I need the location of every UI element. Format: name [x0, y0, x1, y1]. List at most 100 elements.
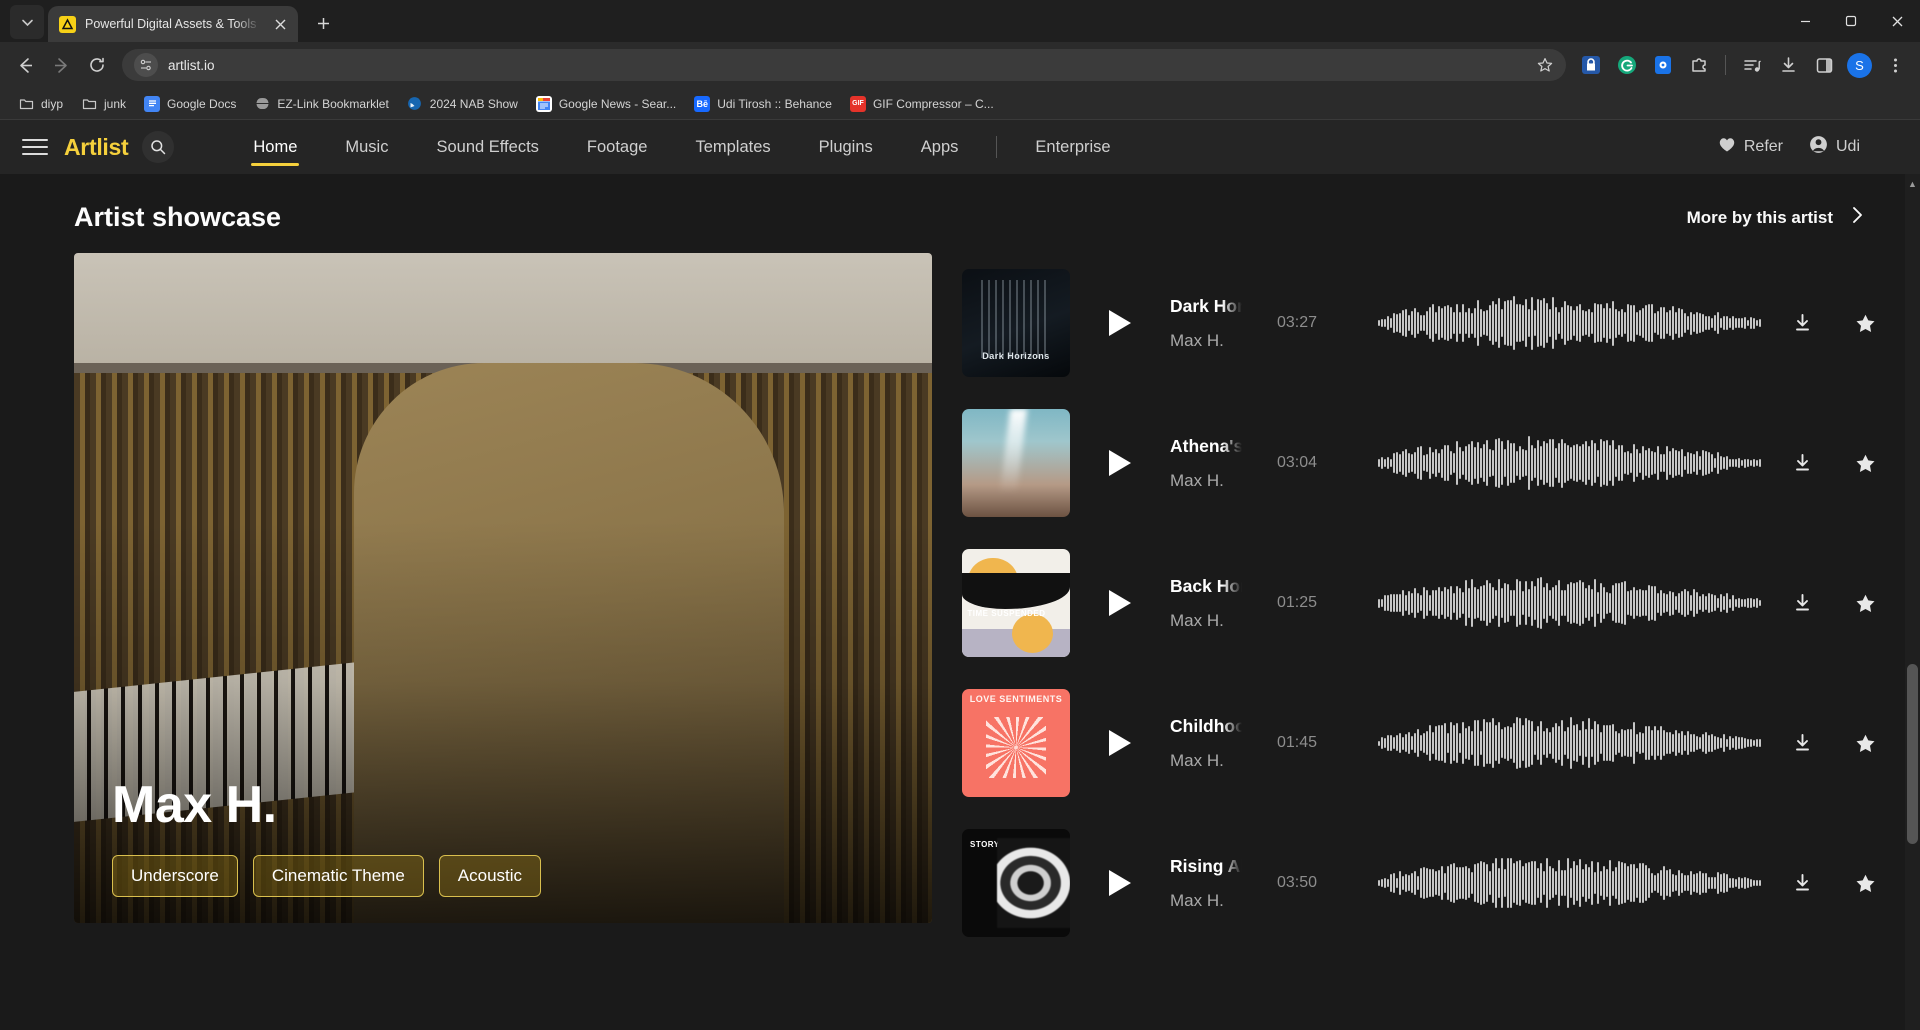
- extension-blue-icon[interactable]: [1649, 51, 1677, 79]
- nav-item-sound-effects[interactable]: Sound Effects: [412, 120, 562, 174]
- track-row[interactable]: LOVE SENTIMENTS Childhoo Max H. 01:45: [962, 673, 1920, 813]
- download-icon[interactable]: [1787, 588, 1817, 618]
- favorite-star-icon[interactable]: [1850, 448, 1880, 478]
- menu-hamburger-icon[interactable]: [22, 136, 48, 158]
- bookmark-junk[interactable]: junk: [73, 92, 134, 116]
- heart-icon: [1718, 136, 1736, 158]
- nav-item-apps[interactable]: Apps: [897, 120, 983, 174]
- tag-acoustic[interactable]: Acoustic: [438, 855, 542, 897]
- nav-item-enterprise[interactable]: Enterprise: [1011, 120, 1134, 174]
- track-title: Dark Hor: [1170, 295, 1244, 316]
- artlist-triangle-icon: [59, 15, 76, 33]
- waveform[interactable]: [1352, 435, 1787, 491]
- play-button[interactable]: [1070, 450, 1170, 476]
- track-row[interactable]: Athena's Max H. 03:04: [962, 393, 1920, 533]
- refer-button[interactable]: Refer: [1718, 136, 1783, 158]
- bookmark-nab-show[interactable]: 2024 NAB Show: [399, 92, 526, 116]
- search-icon[interactable]: [142, 131, 175, 163]
- google-docs-icon: [144, 95, 161, 112]
- bookmark-star-icon[interactable]: [1532, 52, 1558, 78]
- nav-item-music[interactable]: Music: [321, 120, 412, 174]
- tab-search-button[interactable]: [10, 5, 44, 39]
- brand-text: Artlist: [64, 133, 129, 160]
- track-duration: 03:50: [1276, 874, 1318, 891]
- bookmark-google-news[interactable]: Google News - Sear...: [528, 92, 684, 116]
- forward-icon[interactable]: [44, 48, 78, 82]
- browser-tab[interactable]: Powerful Digital Assets & Tools: [48, 6, 298, 42]
- play-button[interactable]: [1070, 310, 1170, 336]
- artlist-logo[interactable]: Artlist: [64, 133, 129, 161]
- secondary-nav: Refer Udi: [1718, 135, 1898, 159]
- close-window-button[interactable]: [1874, 0, 1920, 42]
- window-controls: [1782, 0, 1920, 42]
- site-settings-icon[interactable]: [134, 53, 158, 77]
- hero-overlay: Max H. Underscore Cinematic Theme Acoust…: [112, 775, 908, 897]
- scroll-up-arrow-icon[interactable]: ▲: [1905, 176, 1920, 191]
- track-row[interactable]: STORY OF A HERO Rising Ab Max H. 03:50: [962, 813, 1920, 953]
- back-icon[interactable]: [8, 48, 42, 82]
- close-icon[interactable]: [270, 14, 290, 34]
- new-tab-button[interactable]: [308, 8, 338, 38]
- bookmark-gif-compressor[interactable]: GIF GIF Compressor – C...: [842, 92, 1002, 116]
- nav-item-plugins[interactable]: Plugins: [795, 120, 897, 174]
- play-button[interactable]: [1070, 870, 1170, 896]
- grammarly-extension-icon[interactable]: [1613, 51, 1641, 79]
- favorite-star-icon[interactable]: [1850, 308, 1880, 338]
- downloads-icon[interactable]: [1771, 48, 1805, 82]
- track-artist: Max H.: [1170, 470, 1224, 490]
- bookmark-behance[interactable]: Bē Udi Tirosh :: Behance: [686, 92, 840, 116]
- tag-cinematic-theme[interactable]: Cinematic Theme: [252, 855, 424, 897]
- track-list: Dark Horizons Dark Hor Max H. 03:27 Athe…: [962, 253, 1920, 953]
- download-icon[interactable]: [1787, 868, 1817, 898]
- album-art-caption: LOVE SENTIMENTS: [969, 694, 1063, 704]
- more-by-artist-link[interactable]: More by this artist: [1687, 206, 1864, 229]
- profile-avatar[interactable]: S: [1847, 52, 1872, 78]
- tab-strip: Powerful Digital Assets & Tools: [0, 0, 1920, 42]
- track-title: Athena's: [1170, 435, 1244, 456]
- play-button[interactable]: [1070, 590, 1170, 616]
- waveform[interactable]: [1352, 575, 1787, 631]
- page-viewport: Artlist Home Music Sound Effects Footage…: [0, 120, 1920, 1030]
- download-icon[interactable]: [1787, 448, 1817, 478]
- nav-item-home[interactable]: Home: [229, 120, 321, 174]
- account-button[interactable]: Udi: [1809, 135, 1860, 159]
- page-scrollbar[interactable]: ▲: [1905, 174, 1920, 1030]
- bookmark-diyp[interactable]: diyp: [10, 92, 71, 116]
- tag-underscore[interactable]: Underscore: [112, 855, 238, 897]
- side-panel-icon[interactable]: [1807, 48, 1841, 82]
- scrollbar-thumb[interactable]: [1907, 664, 1918, 844]
- bookmark-google-docs[interactable]: Google Docs: [136, 92, 244, 116]
- extensions-puzzle-icon[interactable]: [1685, 51, 1713, 79]
- bookmark-ez-link[interactable]: EZ-Link Bookmarklet: [246, 92, 396, 116]
- waveform[interactable]: [1352, 855, 1787, 911]
- track-duration: 03:04: [1276, 454, 1318, 471]
- gif-icon: GIF: [849, 95, 866, 112]
- download-icon[interactable]: [1787, 308, 1817, 338]
- track-row[interactable]: TIME SUSPENDED Back Hor Max H. 01:25: [962, 533, 1920, 673]
- download-icon[interactable]: [1787, 728, 1817, 758]
- address-bar[interactable]: artlist.io: [122, 49, 1566, 81]
- lastpass-extension-icon[interactable]: [1577, 51, 1605, 79]
- play-button[interactable]: [1070, 730, 1170, 756]
- favorite-star-icon[interactable]: [1850, 868, 1880, 898]
- waveform[interactable]: [1352, 715, 1787, 771]
- favorite-star-icon[interactable]: [1850, 588, 1880, 618]
- bookmark-label: 2024 NAB Show: [429, 96, 518, 111]
- waveform[interactable]: [1352, 295, 1787, 351]
- media-playlist-icon[interactable]: [1735, 48, 1769, 82]
- artist-hero-card[interactable]: Max H. Underscore Cinematic Theme Acoust…: [74, 253, 932, 923]
- track-row[interactable]: Dark Horizons Dark Hor Max H. 03:27: [962, 253, 1920, 393]
- track-artist: Max H.: [1170, 750, 1224, 770]
- maximize-button[interactable]: [1828, 0, 1874, 42]
- album-art: TIME SUSPENDED: [962, 549, 1070, 657]
- favorite-star-icon[interactable]: [1850, 728, 1880, 758]
- reload-icon[interactable]: [80, 48, 114, 82]
- tab-title: Powerful Digital Assets & Tools: [85, 17, 257, 31]
- chrome-menu-icon[interactable]: [1878, 48, 1912, 82]
- minimize-button[interactable]: [1782, 0, 1828, 42]
- nav-item-footage[interactable]: Footage: [563, 120, 672, 174]
- nav-divider: [996, 136, 998, 158]
- globe-icon: [254, 96, 270, 112]
- bookmark-label: Google Docs: [167, 96, 237, 111]
- nav-item-templates[interactable]: Templates: [671, 120, 794, 174]
